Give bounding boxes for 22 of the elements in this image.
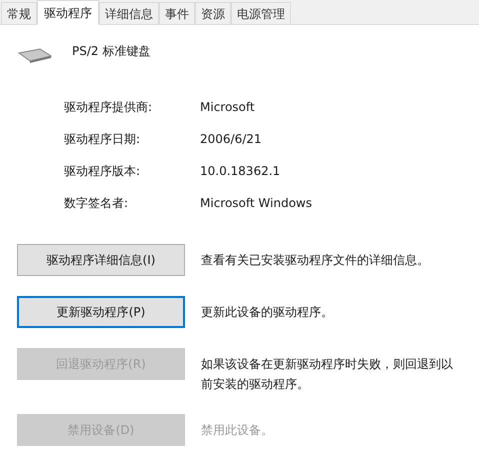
tab[interactable]: 驱动程序 — [37, 0, 99, 25]
property-label: 驱动程序版本: — [64, 162, 142, 180]
property-label: 驱动程序提供商: — [64, 98, 154, 116]
property-value: 10.0.18362.1 — [200, 162, 280, 180]
property-value: 2006/6/21 — [200, 130, 262, 148]
device-name: PS/2 标准键盘 — [72, 43, 150, 60]
keyboard-icon — [18, 47, 52, 63]
action-description: 更新此设备的驱动程序。 — [201, 304, 334, 321]
property-label: 数字签名者: — [64, 194, 130, 212]
action-button[interactable]: 更新驱动程序(P) — [17, 296, 185, 328]
tab[interactable]: 资源 — [195, 2, 231, 24]
tab[interactable]: 事件 — [159, 2, 195, 24]
action-description: 如果该设备在更新驱动程序时失败，则回退到以前安装的驱动程序。 — [201, 356, 454, 393]
action-description: 查看有关已安装驱动程序文件的详细信息。 — [201, 252, 430, 269]
tab[interactable]: 详细信息 — [99, 2, 159, 24]
tab[interactable]: 常规 — [1, 2, 37, 24]
property-value: Microsoft Windows — [200, 194, 312, 212]
tab[interactable]: 电源管理 — [231, 2, 291, 24]
property-label: 驱动程序日期: — [64, 130, 142, 148]
action-description: 禁用此设备。 — [201, 422, 274, 439]
property-value: Microsoft — [200, 98, 255, 116]
action-button[interactable]: 驱动程序详细信息(I) — [17, 244, 185, 276]
